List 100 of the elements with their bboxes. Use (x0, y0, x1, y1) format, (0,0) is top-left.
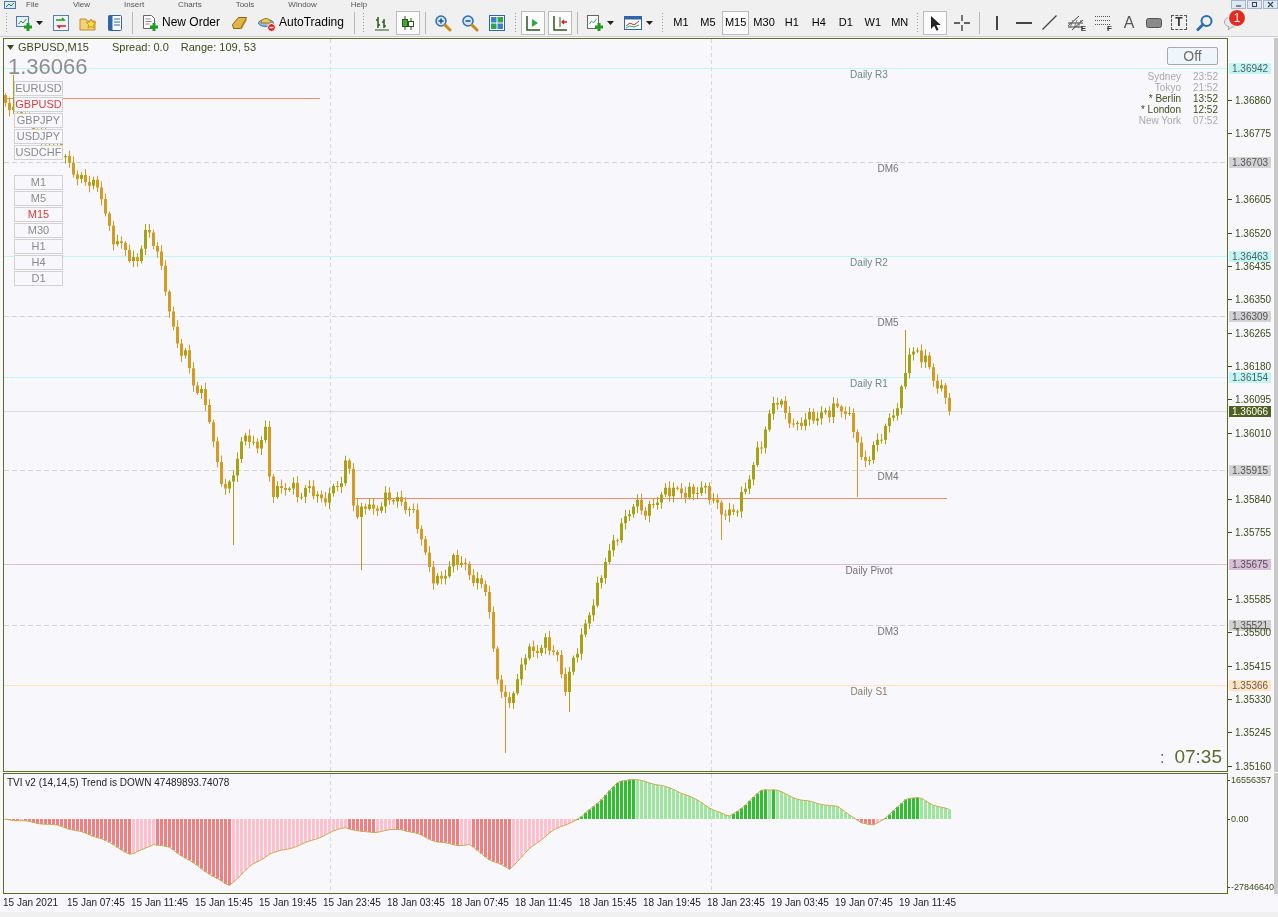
timeframe-button[interactable]: M30 (750, 10, 778, 35)
horizontal-line-icon (1015, 21, 1032, 24)
price-tick: 1.36180 (1228, 360, 1272, 372)
candlestick-button[interactable] (395, 10, 420, 35)
axis-scroll-icon (550, 13, 569, 32)
session-time: 07:52 (1192, 115, 1218, 126)
fibonacci-button[interactable]: F (1092, 10, 1115, 35)
price-tick: 1.36520 (1228, 227, 1272, 239)
price-tick: 1.36860 (1228, 94, 1272, 106)
level-label: DM3 (877, 626, 899, 638)
range-label: Range: 109, 53 (180, 41, 257, 55)
timeframe-button[interactable]: M15 (721, 10, 750, 35)
price-tick: 1.36435 (1228, 261, 1272, 272)
time-label: 18 Jan 03:45 (387, 897, 445, 909)
time-label: 19 Jan 11:45 (899, 897, 957, 909)
session-name: * London (1139, 104, 1181, 115)
price-tick: 1.36775 (1228, 127, 1272, 139)
rectangle-icon (1146, 17, 1162, 28)
zoom-out-icon (460, 13, 479, 32)
current-price-tag: 1.36066 (1229, 406, 1272, 417)
price-tag: 1.35915 (1229, 465, 1272, 476)
app-icon (4, 0, 16, 9)
grid-icon (487, 13, 506, 32)
price-tag: 1.36309 (1229, 311, 1272, 322)
crosshair-icon (952, 13, 971, 32)
timeframe-button[interactable]: D1 (832, 10, 859, 35)
price-tick: 1.36605 (1228, 194, 1272, 206)
text-button[interactable]: A (1118, 10, 1140, 35)
price-tick: 1.35585 (1228, 594, 1272, 605)
time-label: 15 Jan 15:45 (195, 897, 253, 909)
time-label: 15 Jan 07:45 (67, 897, 125, 909)
price-tick: 1.36265 (1228, 327, 1272, 339)
menu-item[interactable]: Tools (235, 0, 255, 9)
text-label-button[interactable]: T (1168, 10, 1190, 35)
autotrading-button[interactable]: AutoTrading (255, 10, 349, 35)
channel-icon (1066, 13, 1085, 32)
timeframe-button[interactable]: M5 (694, 10, 721, 35)
bid-price: 1.36066 (8, 55, 88, 79)
chart-window-icon (622, 13, 643, 32)
menu-item[interactable]: View (72, 0, 91, 9)
level-label: DM4 (877, 471, 899, 483)
timeframe-button[interactable]: M1 (667, 10, 694, 35)
time-label: 15 Jan 23:45 (323, 897, 381, 909)
price-tag: 1.36942 (1229, 63, 1272, 74)
vertical-line-icon (995, 15, 998, 30)
level-label: Daily S1 (850, 686, 888, 698)
symbol-label: GBPUSD,M15 (18, 41, 89, 55)
session-name: New York (1138, 115, 1181, 126)
cursor-button[interactable] (922, 10, 947, 35)
page-plus-icon (585, 13, 604, 32)
price-tick: 1.36350 (1228, 294, 1272, 306)
new-order-button[interactable]: New Order (138, 10, 225, 35)
channel-button[interactable]: E (1063, 10, 1090, 35)
price-tick: 1.35755 (1228, 527, 1272, 539)
auto-scroll-button[interactable] (547, 10, 572, 35)
timeframe-button[interactable]: H1 (778, 10, 805, 35)
level-label: Daily R1 (850, 378, 888, 390)
level-label: Daily R3 (850, 69, 888, 81)
time-label: 15 Jan 2021 (3, 897, 59, 909)
spread-label: Spread: 0.0 (111, 41, 169, 55)
symbol-button[interactable]: GBPUSD (14, 97, 63, 112)
level-label: Daily Pivot (845, 565, 893, 577)
close-button[interactable] (1263, 0, 1278, 9)
timeframe-button[interactable]: H4 (805, 10, 832, 35)
timeframe-button[interactable]: W1 (859, 10, 886, 35)
restore-icon (1250, 1, 1259, 8)
trend-line-icon (1042, 15, 1058, 30)
chart-shift-button[interactable] (520, 10, 545, 35)
period-button[interactable]: M15 (14, 207, 63, 222)
time-label: 15 Jan 11:45 (131, 897, 189, 909)
time-label: 15 Jan 19:45 (259, 897, 317, 909)
level-label: DM5 (877, 317, 899, 329)
price-tick: 1.36010 (1228, 427, 1272, 439)
time-label: 18 Jan 19:45 (643, 897, 701, 909)
session-name: Tokyo (1154, 82, 1181, 93)
session-time: 23:52 (1192, 71, 1218, 82)
arrows-window-icon (52, 13, 70, 32)
document-plus-icon (141, 13, 159, 32)
timeframe-button[interactable]: MN (886, 10, 913, 35)
menu-item[interactable]: Help (350, 0, 368, 9)
session-name: * Berlin (1147, 93, 1181, 104)
menu-item[interactable]: Window (288, 0, 317, 9)
menu-item[interactable]: File (26, 0, 39, 9)
restore-button[interactable] (1247, 0, 1262, 9)
time-label: 18 Jan 23:45 (707, 897, 765, 909)
chart-plus-icon (15, 13, 33, 32)
chat-button[interactable]: 1 (1220, 10, 1244, 35)
menu-item[interactable]: Insert (124, 0, 145, 9)
time-label: 19 Jan 07:45 (835, 897, 893, 909)
session-time: 21:52 (1192, 82, 1218, 93)
price-tick: 1.36095 (1228, 394, 1272, 406)
time-label: 18 Jan 15:45 (579, 897, 637, 909)
menu-item[interactable]: Charts (178, 0, 202, 9)
price-tick: 1.35330 (1228, 693, 1272, 705)
time-label: 18 Jan 11:45 (515, 897, 573, 909)
sessions-toggle-button[interactable]: Off (1167, 47, 1218, 65)
caret-icon (36, 20, 43, 25)
session-time: 12:52 (1192, 104, 1218, 115)
level-label: Daily R2 (850, 257, 888, 269)
bar-countdown: 07:35 (1174, 746, 1222, 767)
